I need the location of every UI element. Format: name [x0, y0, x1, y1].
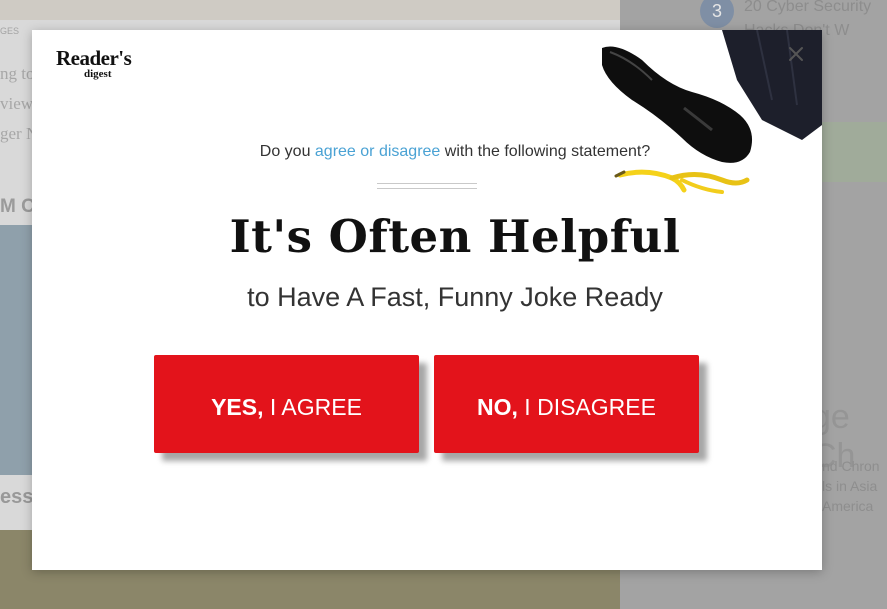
background-article-title: 20 Cyber Security [744, 0, 872, 15]
background-photo [0, 225, 34, 475]
poll-question: Do you agree or disagree with the follow… [32, 143, 822, 161]
shoe-banana-illustration [602, 30, 822, 194]
logo-subtitle: digest [84, 68, 112, 80]
background-text-fragment: America [822, 498, 874, 514]
background-tag: GES [0, 26, 20, 36]
background-text-fragment: nd Chron [822, 458, 880, 474]
background-heading: M C [0, 196, 35, 217]
agree-disagree-link: agree or disagree [314, 143, 441, 160]
question-prefix: Do you [259, 143, 315, 160]
poll-modal: Reader's digest Do you agree or disagree… [32, 30, 822, 570]
disagree-button-bold: NO, [477, 394, 518, 420]
background-top-photo [0, 0, 620, 20]
agree-button[interactable]: YES, I AGREE [154, 355, 419, 453]
question-suffix: with the following statement? [440, 143, 651, 160]
agree-button-label: I AGREE [263, 394, 362, 420]
background-thumbnail [820, 122, 887, 182]
agree-button-bold: YES, [211, 394, 264, 420]
readers-digest-logo: Reader's digest [56, 46, 132, 80]
divider [377, 183, 477, 189]
disagree-button-label: I DISAGREE [517, 394, 656, 420]
logo-wordmark: Reader's [56, 46, 132, 70]
background-footer-text: ess [0, 486, 34, 508]
close-icon[interactable] [786, 44, 806, 64]
disagree-button[interactable]: NO, I DISAGREE [434, 355, 699, 453]
statement-headline: It's Often Helpful [229, 210, 681, 263]
statement-subheadline: to Have A Fast, Funny Joke Ready [247, 282, 663, 312]
background-text-fragment: ls in Asia [822, 478, 878, 494]
